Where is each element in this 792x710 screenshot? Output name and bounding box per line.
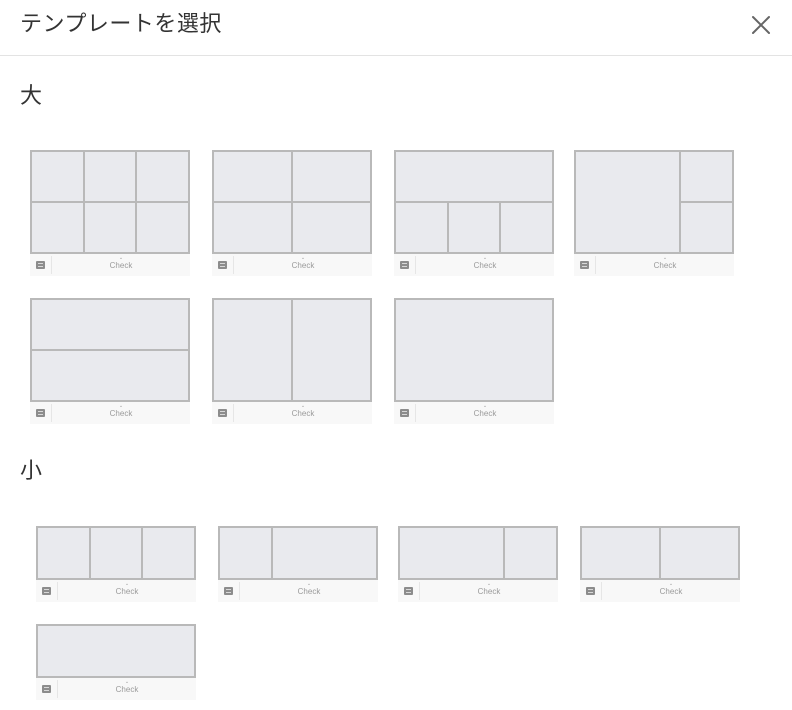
template-footer: ⌄ Check <box>218 580 378 602</box>
template-layout-preview <box>218 526 378 580</box>
close-icon[interactable] <box>748 12 774 38</box>
template-layout-preview <box>212 298 372 402</box>
section-title-large: 大 <box>20 84 43 109</box>
template-footer: ⌄ Check <box>574 254 734 276</box>
note-icon <box>42 587 51 595</box>
template-label: Check <box>477 587 501 596</box>
template-footer: ⌄ Check <box>398 580 558 602</box>
template-footer: ⌄ Check <box>394 402 554 424</box>
template-footer: ⌄ Check <box>212 402 372 424</box>
template-layout-preview <box>212 150 372 254</box>
template-layout-preview <box>30 150 190 254</box>
template-label: Check <box>659 587 683 596</box>
template-layout-preview <box>580 526 740 580</box>
note-icon <box>400 261 409 269</box>
template-footer: ⌄ Check <box>36 678 196 700</box>
note-icon <box>42 685 51 693</box>
template-layout-preview <box>30 298 190 402</box>
note-icon <box>36 409 45 417</box>
template-layout-preview <box>394 298 554 402</box>
note-icon <box>36 261 45 269</box>
template-label: Check <box>653 261 677 270</box>
note-icon <box>218 409 227 417</box>
template-label: Check <box>291 261 315 270</box>
note-icon <box>404 587 413 595</box>
template-label: Check <box>115 587 139 596</box>
section-title-small: 小 <box>20 459 43 484</box>
template-layout-preview <box>574 150 734 254</box>
note-icon <box>580 261 589 269</box>
template-footer: ⌄ Check <box>580 580 740 602</box>
template-label: Check <box>291 409 315 418</box>
template-layout-preview <box>394 150 554 254</box>
template-footer: ⌄ Check <box>30 254 190 276</box>
note-icon <box>224 587 233 595</box>
note-icon <box>218 261 227 269</box>
template-label: Check <box>473 261 497 270</box>
template-footer: ⌄ Check <box>212 254 372 276</box>
template-footer: ⌄ Check <box>36 580 196 602</box>
template-layout-preview <box>398 526 558 580</box>
template-layout-preview <box>36 526 196 580</box>
dialog-title: テンプレートを選択 <box>20 12 222 37</box>
template-footer: ⌄ Check <box>30 402 190 424</box>
template-label: Check <box>109 261 133 270</box>
note-icon <box>400 409 409 417</box>
template-footer: ⌄ Check <box>394 254 554 276</box>
template-label: Check <box>109 409 133 418</box>
dialog-header: テンプレートを選択 <box>0 0 792 56</box>
note-icon <box>586 587 595 595</box>
template-label: Check <box>473 409 497 418</box>
template-label: Check <box>115 685 139 694</box>
template-layout-preview <box>36 624 196 678</box>
template-label: Check <box>297 587 321 596</box>
